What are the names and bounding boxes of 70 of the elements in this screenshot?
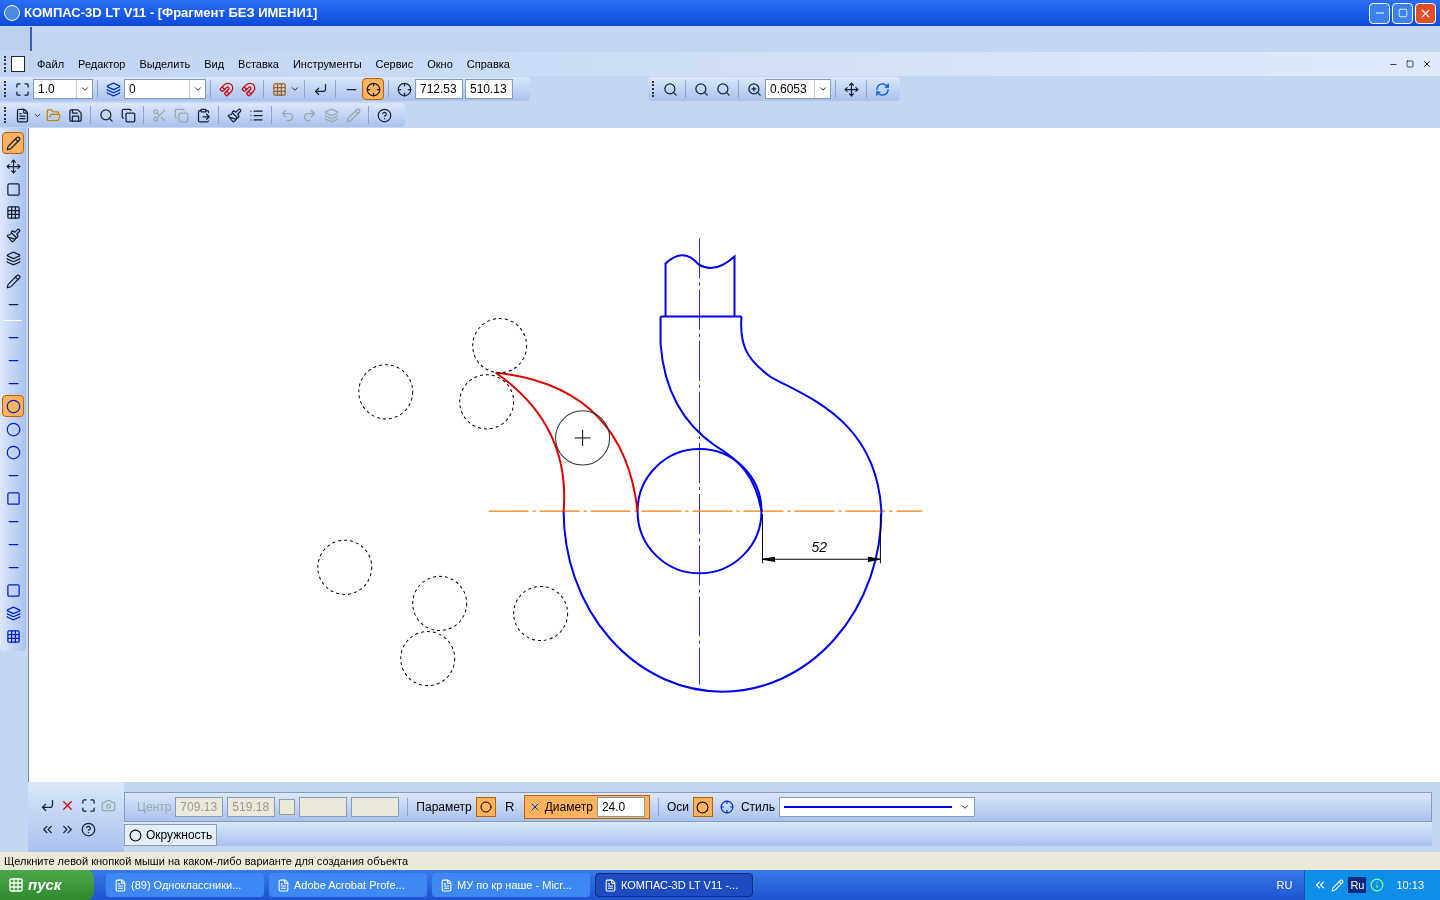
- axes-label: Оси: [666, 799, 689, 816]
- menu-item[interactable]: Выделить: [139, 55, 191, 73]
- radius-toggle-button[interactable]: R: [499, 797, 520, 817]
- dimension-value: 52: [811, 539, 827, 556]
- circle-icon: [129, 828, 142, 842]
- no-axes-button[interactable]: [692, 797, 713, 817]
- tray-app-icon[interactable]: [1331, 878, 1345, 892]
- taskbar-task[interactable]: КОМПАС-3D LT V11 -...: [595, 873, 753, 897]
- taskbar-task[interactable]: Adobe Acrobat Profe...: [269, 873, 427, 897]
- phantom-circle: [317, 539, 373, 595]
- layer-combo[interactable]: 0: [124, 79, 206, 99]
- diameter-icon: [479, 801, 492, 813]
- ortho-snap-button[interactable]: [362, 78, 384, 100]
- document-icon: [11, 56, 25, 72]
- phantom-circle: [400, 631, 456, 687]
- taskbar-task[interactable]: МУ по кр наше - Micr...: [432, 873, 590, 897]
- center-label: Центр: [137, 799, 172, 816]
- y-coordinate-field[interactable]: 510.13: [465, 79, 513, 99]
- restore-icon: [1397, 8, 1408, 18]
- start-button[interactable]: пуск: [0, 870, 94, 900]
- restore-button[interactable]: [1392, 2, 1413, 24]
- line-style-combo[interactable]: [779, 797, 976, 817]
- zoom-combo[interactable]: 0.6053: [765, 79, 831, 99]
- empty-field[interactable]: [299, 797, 348, 817]
- circle-tab[interactable]: Окружность: [124, 824, 218, 846]
- menu-item[interactable]: Справка: [466, 55, 510, 73]
- diameter-toggle-button[interactable]: [475, 797, 496, 817]
- taskbar-task[interactable]: (89) Одноклассники...: [106, 873, 264, 897]
- clock: 10:13: [1396, 877, 1424, 893]
- phantom-circle: [472, 318, 528, 374]
- parameter-label: Параметр: [416, 799, 472, 816]
- crosshair-cursor-icon: [574, 429, 592, 447]
- info-icon[interactable]: [1370, 878, 1385, 892]
- app-logo-icon: [4, 5, 20, 21]
- close-button[interactable]: [1415, 2, 1436, 24]
- phantom-circle: [358, 364, 414, 420]
- close-icon: [1422, 59, 1432, 69]
- diameter-field[interactable]: 24.0: [596, 797, 645, 817]
- menu-item[interactable]: Файл: [37, 55, 65, 73]
- app-icon: [440, 878, 453, 892]
- phantom-circle: [513, 585, 569, 642]
- x-coordinate-field[interactable]: 712.53: [415, 79, 463, 99]
- cursor-circle: [555, 410, 611, 466]
- style-label: Стиль: [740, 799, 776, 816]
- language-indicator[interactable]: RU: [1276, 876, 1293, 894]
- scale-combo[interactable]: 1.0: [33, 79, 93, 99]
- window-title: КОМПАС-3D LT V11 - [Фрагмент БЕЗ ИМЕНИ1]: [24, 4, 318, 23]
- phantom-circle: [459, 374, 515, 430]
- menu-item[interactable]: Редактор: [78, 55, 126, 73]
- empty-field[interactable]: [351, 797, 400, 817]
- point-checkbox[interactable]: [279, 799, 296, 815]
- menu-item[interactable]: Окно: [427, 55, 453, 73]
- status-text: Щелкните левой кнопкой мыши на каком-либо варианте для создания объекта: [4, 853, 409, 869]
- minimize-button[interactable]: [1369, 2, 1390, 24]
- menu-item[interactable]: Вставка: [238, 55, 279, 73]
- menu-item[interactable]: Инструменты: [292, 55, 362, 73]
- circle-icon: [696, 800, 710, 814]
- phantom-circle: [412, 575, 468, 632]
- crosshair-icon: [719, 800, 734, 814]
- palette-tool-icon[interactable]: [2, 132, 24, 154]
- drawing-canvas[interactable]: 52: [28, 128, 1440, 782]
- diameter-label: Диаметр: [544, 799, 593, 816]
- app-icon: [604, 878, 617, 892]
- menu-item[interactable]: Сервис: [375, 55, 414, 73]
- app-icon: [114, 878, 127, 892]
- restore-icon: [1406, 60, 1414, 68]
- app-icon: [277, 878, 290, 892]
- geometry-tool-icon[interactable]: [2, 395, 24, 417]
- menu-item[interactable]: Вид: [204, 55, 225, 73]
- tray-language[interactable]: Ru: [1348, 876, 1367, 894]
